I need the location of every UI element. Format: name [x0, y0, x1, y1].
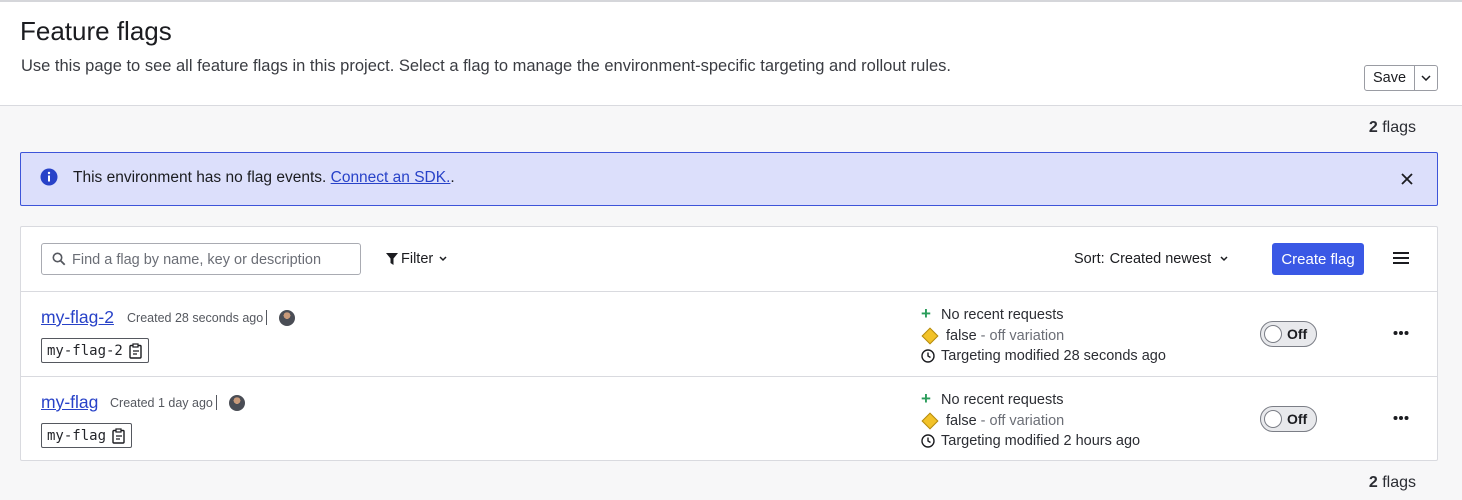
- flags-toolbar: Filter Sort: Created newest Create flag: [21, 227, 1437, 292]
- flag-name-link[interactable]: my-flag-2: [41, 307, 114, 328]
- chevron-down-icon: [1220, 256, 1228, 262]
- variation-diamond-icon: [921, 327, 939, 345]
- copy-icon[interactable]: [112, 427, 126, 444]
- banner-trailing: .: [450, 169, 455, 186]
- flag-count-number: 2: [1368, 119, 1378, 136]
- chevron-down-icon: [1421, 75, 1431, 81]
- flag-key: my-flag: [41, 423, 133, 448]
- flag-name-link[interactable]: my-flag: [41, 392, 98, 413]
- filter-button[interactable]: Filter: [386, 251, 450, 267]
- banner-message: This environment has no flag events. Con…: [73, 169, 455, 187]
- page-description: Use this page to see all feature flags i…: [21, 57, 952, 75]
- flag-key: my-flag-2: [41, 338, 149, 363]
- plus-icon: +: [921, 304, 931, 323]
- search-box: [41, 243, 361, 275]
- flag-count-bottom: 2 flags: [1369, 474, 1416, 492]
- hamburger-menu-icon[interactable]: [1393, 251, 1409, 265]
- page-title: Feature flags: [20, 16, 172, 46]
- sort-label: Sort:: [1074, 251, 1105, 267]
- flag-created-time: Created 1 day ago: [110, 396, 213, 410]
- divider: [266, 310, 267, 325]
- request-status: + No recent requests: [921, 389, 1064, 409]
- flag-count-unit: flags: [1382, 119, 1416, 136]
- page-header: Feature flags Use this page to see all f…: [0, 2, 1462, 106]
- flag-row: my-flag-2 Created 28 seconds ago my-flag…: [21, 292, 1437, 377]
- request-status: + No recent requests: [921, 304, 1064, 324]
- plus-icon: +: [921, 389, 931, 408]
- banner-text: This environment has no flag events.: [73, 169, 327, 186]
- variation-note: - off variation: [980, 413, 1065, 429]
- connect-sdk-link[interactable]: Connect an SDK.: [331, 169, 451, 186]
- flag-toggle[interactable]: Off: [1260, 406, 1317, 432]
- flags-list-card: Filter Sort: Created newest Create flag …: [20, 226, 1438, 461]
- flag-count-top: 2 flags: [1369, 119, 1416, 137]
- requests-text: No recent requests: [941, 307, 1064, 323]
- avatar[interactable]: [229, 395, 245, 411]
- targeting-text: Targeting modified 2 hours ago: [941, 433, 1141, 449]
- targeting-status: Targeting modified 2 hours ago: [921, 433, 1140, 449]
- search-icon: [52, 252, 66, 266]
- flag-key-text: my-flag: [47, 427, 107, 444]
- flag-key-text: my-flag-2: [47, 342, 123, 359]
- sort-value: Created newest: [1109, 251, 1212, 267]
- flag-created-time: Created 28 seconds ago: [127, 311, 264, 325]
- filter-label: Filter: [401, 251, 434, 267]
- save-button-group: Save: [1364, 65, 1438, 91]
- targeting-text: Targeting modified 28 seconds ago: [941, 348, 1166, 364]
- clock-icon: [921, 434, 935, 448]
- divider: [216, 395, 217, 410]
- sort-dropdown[interactable]: Sort: Created newest: [1074, 251, 1232, 267]
- flag-count-unit: flags: [1382, 474, 1416, 491]
- variation-note: - off variation: [980, 328, 1065, 344]
- flag-row: my-flag Created 1 day ago my-flag + No re…: [21, 377, 1437, 462]
- targeting-status: Targeting modified 28 seconds ago: [921, 348, 1166, 364]
- variation-status: false - off variation: [921, 412, 1065, 430]
- search-input[interactable]: [72, 249, 352, 271]
- save-button[interactable]: Save: [1365, 66, 1415, 90]
- info-banner: This environment has no flag events. Con…: [20, 152, 1438, 206]
- flag-toggle[interactable]: Off: [1260, 321, 1317, 347]
- create-flag-button[interactable]: Create flag: [1272, 243, 1364, 275]
- flag-count-number: 2: [1368, 474, 1378, 491]
- save-options-button[interactable]: [1415, 66, 1437, 90]
- copy-icon[interactable]: [129, 342, 143, 359]
- toggle-label: Off: [1287, 411, 1308, 427]
- more-options-icon[interactable]: [1393, 415, 1409, 421]
- variation-value: false: [946, 328, 977, 344]
- toggle-knob: [1264, 410, 1282, 428]
- clock-icon: [921, 349, 935, 363]
- close-icon[interactable]: [1399, 171, 1415, 187]
- toggle-knob: [1264, 325, 1282, 343]
- chevron-down-icon: [439, 256, 447, 262]
- requests-text: No recent requests: [941, 392, 1064, 408]
- info-icon: [40, 168, 58, 186]
- filter-icon: [386, 253, 398, 265]
- variation-diamond-icon: [921, 412, 939, 430]
- toggle-label: Off: [1287, 326, 1308, 342]
- avatar[interactable]: [279, 310, 295, 326]
- more-options-icon[interactable]: [1393, 330, 1409, 336]
- variation-value: false: [946, 413, 977, 429]
- variation-status: false - off variation: [921, 327, 1065, 345]
